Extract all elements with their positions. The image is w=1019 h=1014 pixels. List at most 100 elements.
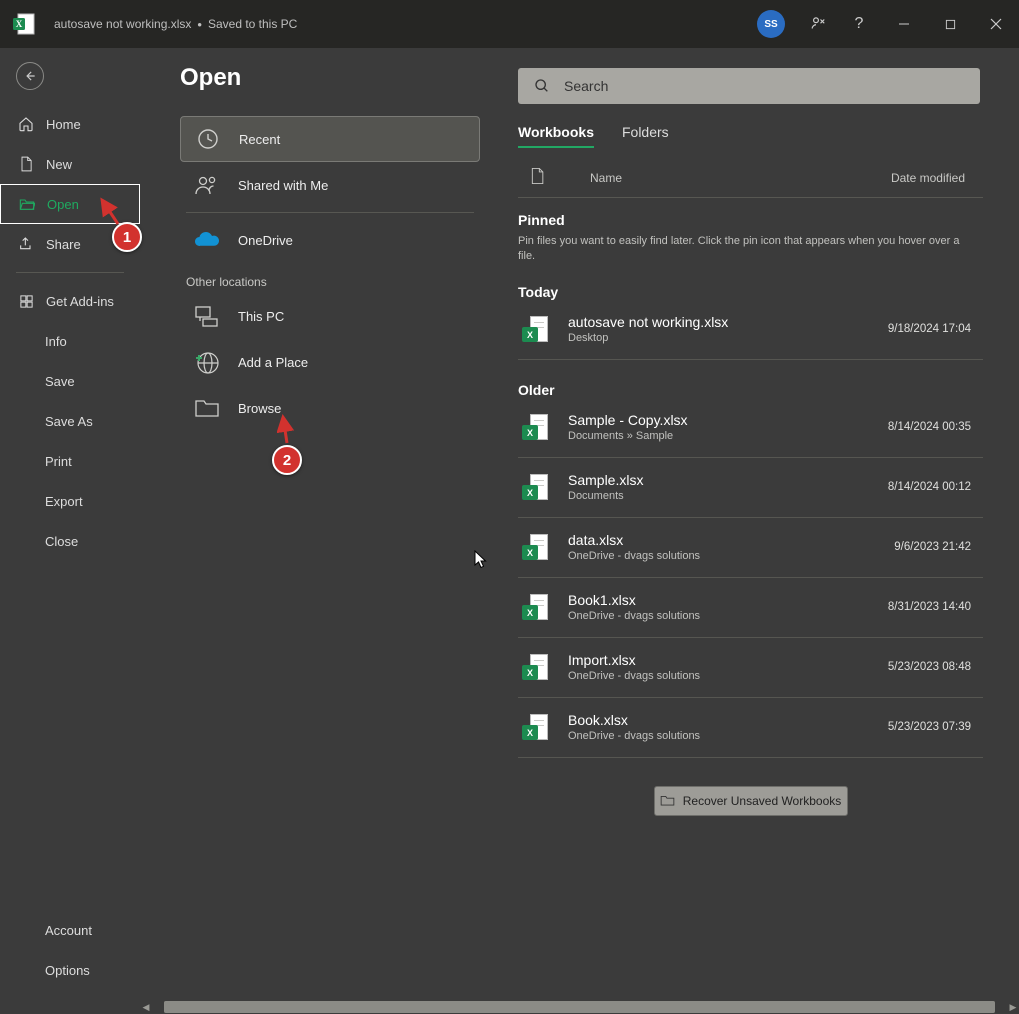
search-input[interactable]	[564, 78, 964, 94]
minimize-button[interactable]	[881, 0, 927, 48]
file-row[interactable]: X Sample.xlsx Documents 8/14/2024 00:12	[518, 458, 983, 518]
excel-file-icon: X	[522, 654, 548, 684]
scroll-thumb[interactable]	[164, 1001, 995, 1013]
back-button[interactable]	[16, 62, 44, 90]
nav-home[interactable]: Home	[0, 104, 140, 144]
nav-close[interactable]: Close	[0, 521, 140, 561]
scroll-right-arrow[interactable]: ▶	[1007, 1002, 1019, 1013]
file-name: Sample - Copy.xlsx	[568, 412, 688, 428]
file-location: Desktop	[568, 332, 728, 344]
location-shared[interactable]: Shared with Me	[180, 162, 480, 208]
today-heading: Today	[518, 284, 983, 300]
coming-soon-icon[interactable]	[801, 15, 837, 33]
nav-new[interactable]: New	[0, 144, 140, 184]
recover-label: Recover Unsaved Workbooks	[683, 794, 842, 808]
title-save-status: Saved to this PC	[208, 17, 297, 31]
clock-icon	[195, 127, 221, 151]
page-title: Open	[180, 64, 480, 92]
nav-label: Home	[46, 117, 81, 132]
location-onedrive[interactable]: OneDrive	[180, 217, 480, 263]
help-icon[interactable]: ?	[841, 15, 877, 33]
nav-options[interactable]: Options	[0, 950, 140, 990]
nav-separator	[16, 272, 124, 273]
recover-unsaved-button[interactable]: Recover Unsaved Workbooks	[654, 786, 848, 816]
file-date: 9/18/2024 17:04	[888, 323, 971, 335]
nav-account[interactable]: Account	[0, 910, 140, 950]
close-button[interactable]	[973, 0, 1019, 48]
nav-print[interactable]: Print	[0, 441, 140, 481]
file-row[interactable]: X Sample - Copy.xlsx Documents » Sample …	[518, 398, 983, 458]
nav-save-as[interactable]: Save As	[0, 401, 140, 441]
file-row[interactable]: X Book1.xlsx OneDrive - dvags solutions …	[518, 578, 983, 638]
col-date[interactable]: Date modified	[891, 171, 965, 185]
file-name: autosave not working.xlsx	[568, 314, 728, 330]
location-label: Shared with Me	[238, 178, 328, 193]
pinned-heading: Pinned	[518, 212, 983, 228]
onedrive-icon	[194, 231, 220, 249]
tab-folders[interactable]: Folders	[622, 124, 669, 148]
location-label: OneDrive	[238, 233, 293, 248]
location-recent[interactable]: Recent	[180, 116, 480, 162]
col-name[interactable]: Name	[590, 171, 622, 185]
nav-get-addins[interactable]: Get Add-ins	[0, 281, 140, 321]
file-date: 9/6/2023 21:42	[894, 541, 971, 553]
file-row[interactable]: X autosave not working.xlsx Desktop 9/18…	[518, 300, 983, 360]
location-this-pc[interactable]: This PC	[180, 293, 480, 339]
people-icon	[194, 174, 220, 196]
file-date: 8/31/2023 14:40	[888, 601, 971, 613]
nav-label: Open	[47, 197, 79, 212]
columns-header: Name Date modified	[518, 158, 983, 198]
excel-app-icon: X	[12, 12, 36, 36]
excel-file-icon: X	[522, 474, 548, 504]
nav-label: Get Add-ins	[46, 294, 114, 309]
search-box[interactable]	[518, 68, 980, 104]
nav-info[interactable]: Info	[0, 321, 140, 361]
location-label: Add a Place	[238, 355, 308, 370]
tab-workbooks[interactable]: Workbooks	[518, 124, 594, 148]
folder-icon	[660, 794, 675, 807]
svg-text:X: X	[16, 19, 23, 29]
file-row[interactable]: X data.xlsx OneDrive - dvags solutions 9…	[518, 518, 983, 578]
nav-save[interactable]: Save	[0, 361, 140, 401]
older-heading: Older	[518, 382, 983, 398]
nav-export[interactable]: Export	[0, 481, 140, 521]
file-name: Book.xlsx	[568, 712, 700, 728]
share-icon	[18, 236, 34, 252]
location-label: Browse	[238, 401, 281, 416]
backstage-nav: Home New Open Share Get Add-ins	[0, 48, 140, 1000]
pinned-help: Pin files you want to easily find later.…	[518, 234, 978, 264]
new-doc-icon	[18, 156, 34, 172]
location-separator	[186, 212, 474, 213]
add-place-icon	[194, 349, 220, 375]
search-icon	[534, 78, 550, 94]
user-avatar[interactable]: SS	[757, 10, 785, 38]
file-location: OneDrive - dvags solutions	[568, 610, 700, 622]
addins-icon	[18, 294, 34, 309]
document-column-icon	[530, 167, 546, 188]
file-date: 5/23/2023 07:39	[888, 721, 971, 733]
file-name: data.xlsx	[568, 532, 700, 548]
annotation-badge-2: 2	[272, 445, 302, 475]
other-locations-heading: Other locations	[180, 263, 480, 293]
annotation-badge-1: 1	[112, 222, 142, 252]
location-label: Recent	[239, 132, 280, 147]
horizontal-scrollbar[interactable]: ◀ ▶	[140, 1000, 1019, 1014]
excel-file-icon: X	[522, 594, 548, 624]
file-location: OneDrive - dvags solutions	[568, 550, 700, 562]
file-location: Documents	[568, 490, 643, 502]
file-row[interactable]: X Book.xlsx OneDrive - dvags solutions 5…	[518, 698, 983, 758]
maximize-button[interactable]	[927, 0, 973, 48]
title-separator: •	[197, 17, 202, 32]
file-location: OneDrive - dvags solutions	[568, 730, 700, 742]
scroll-track[interactable]	[164, 1001, 995, 1013]
excel-file-icon: X	[522, 414, 548, 444]
nav-label: Share	[46, 237, 81, 252]
titlebar: X autosave not working.xlsx • Saved to t…	[0, 0, 1019, 48]
location-browse[interactable]: Browse	[180, 385, 480, 431]
pc-icon	[194, 305, 220, 327]
file-row[interactable]: X Import.xlsx OneDrive - dvags solutions…	[518, 638, 983, 698]
location-label: This PC	[238, 309, 284, 324]
location-add-place[interactable]: Add a Place	[180, 339, 480, 385]
title-filename: autosave not working.xlsx	[54, 17, 191, 31]
scroll-left-arrow[interactable]: ◀	[140, 1002, 152, 1013]
